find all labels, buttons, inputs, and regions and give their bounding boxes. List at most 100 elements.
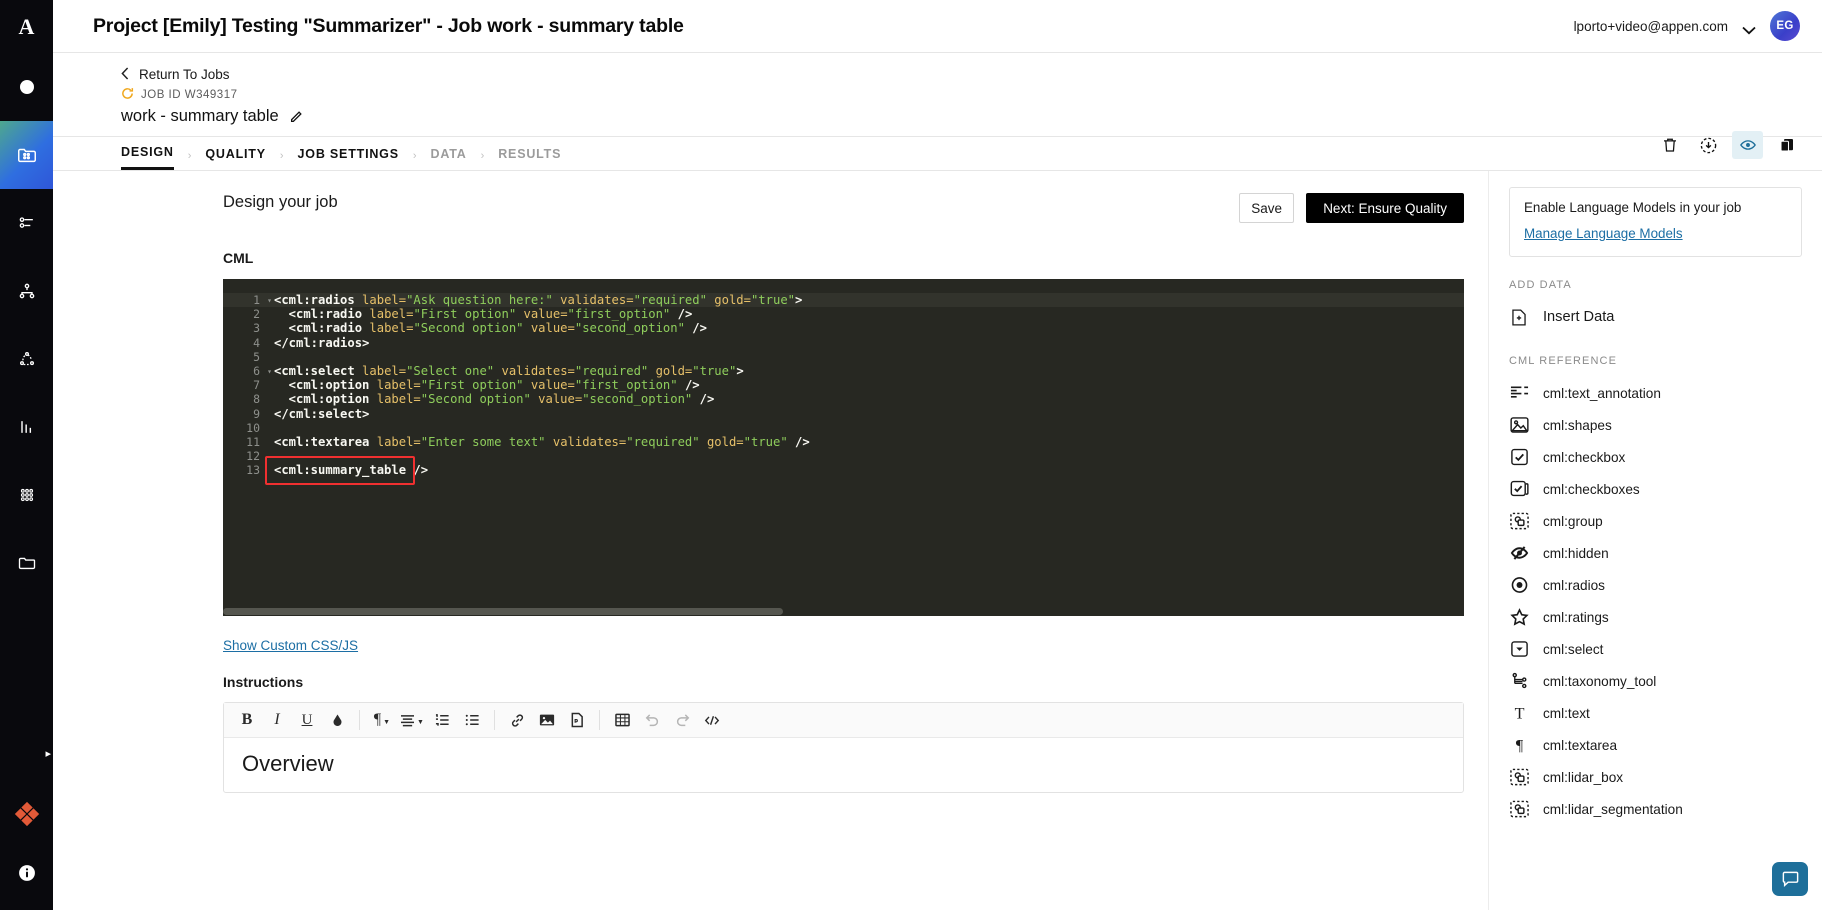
hidden-icon	[1509, 543, 1529, 563]
code-line[interactable]: 3 <cml:radio label="Second option" value…	[223, 321, 1464, 335]
insert-file-button[interactable]	[562, 707, 592, 734]
scrollbar-thumb[interactable]	[223, 608, 783, 615]
cml-ref-item-textarea[interactable]: ¶ cml:textarea	[1509, 729, 1802, 761]
tab-results[interactable]: RESULTS	[498, 147, 561, 169]
fold-arrow-icon[interactable]: ▾	[265, 296, 274, 305]
avatar[interactable]: EG	[1770, 11, 1800, 41]
unordered-list-button[interactable]	[457, 707, 487, 734]
cml-ref-item-label: cml:checkboxes	[1543, 481, 1640, 497]
code-lines[interactable]: 1 ▾ <cml:radios label="Ask question here:"…	[223, 289, 1464, 477]
cml-ref-item-shapes[interactable]: cml:shapes	[1509, 409, 1802, 441]
italic-icon: I	[274, 711, 280, 728]
cml-ref-item-lidar-box[interactable]: cml:lidar_box	[1509, 761, 1802, 793]
code-line[interactable]: 4 </cml:radios>	[223, 336, 1464, 350]
line-number: 8	[253, 392, 260, 407]
tab-separator-icon: ›	[187, 149, 192, 162]
cml-ref-item-checkbox[interactable]: cml:checkbox	[1509, 441, 1802, 473]
cml-ref-item-checkboxes[interactable]: cml:checkboxes	[1509, 473, 1802, 505]
account-email[interactable]: lporto+video@appen.com	[1574, 19, 1728, 34]
chevron-down-icon[interactable]	[1742, 22, 1756, 34]
cml-ref-item-taxonomy-tool[interactable]: cml:taxonomy_tool	[1509, 665, 1802, 697]
insert-image-button[interactable]	[532, 707, 562, 734]
code-line[interactable]: 11 <cml:textarea label="Enter some text" …	[223, 435, 1464, 449]
preview-job-button[interactable]	[1732, 131, 1763, 159]
code-line[interactable]: 8 <cml:option label="Second option" valu…	[223, 392, 1464, 406]
rail-item-info[interactable]	[17, 863, 37, 888]
italic-button[interactable]: I	[262, 707, 292, 734]
show-custom-css-js-link[interactable]: Show Custom CSS/JS	[223, 638, 358, 653]
cml-ref-item-label: cml:shapes	[1543, 417, 1612, 433]
undo-button[interactable]	[637, 707, 667, 734]
cml-code-editor[interactable]: 1 ▾ <cml:radios label="Ask question here:"…	[223, 279, 1464, 616]
rail-item-workflow[interactable]	[0, 257, 53, 325]
tab-separator-icon: ›	[480, 149, 485, 162]
insert-data-item[interactable]: Insert Data	[1509, 301, 1802, 333]
code-line[interactable]: 13 <cml:summary_table />	[223, 463, 1464, 477]
manage-language-models-link[interactable]: Manage Language Models	[1524, 226, 1683, 241]
fold-arrow-icon[interactable]: ▾	[265, 367, 274, 376]
cml-ref-item-hidden[interactable]: cml:hidden	[1509, 537, 1802, 569]
code-line[interactable]: 12	[223, 449, 1464, 463]
cml-ref-item-lidar-segmentation[interactable]: cml:lidar_segmentation	[1509, 793, 1802, 825]
editor-horizontal-scrollbar[interactable]	[223, 607, 1464, 616]
save-button[interactable]: Save	[1239, 193, 1295, 223]
refresh-icon	[121, 87, 134, 102]
code-line[interactable]: 7 <cml:option label="First option" value…	[223, 378, 1464, 392]
svg-text:¶: ¶	[1515, 738, 1523, 754]
text-color-button[interactable]	[322, 707, 352, 734]
rail-item-status-dot[interactable]	[0, 53, 53, 121]
copy-job-button[interactable]	[1771, 131, 1802, 159]
rail-item-tasks[interactable]	[0, 189, 53, 257]
appen-logo[interactable]: A	[0, 0, 53, 53]
design-canvas: Design your job Save Next: Ensure Qualit…	[53, 171, 1488, 910]
code-line[interactable]: 2 <cml:radio label="First option" value=…	[223, 307, 1464, 321]
download-job-button[interactable]	[1693, 131, 1724, 159]
redo-button[interactable]	[667, 707, 697, 734]
cml-ref-item-radios[interactable]: cml:radios	[1509, 569, 1802, 601]
rail-item-files[interactable]	[0, 529, 53, 597]
rail-item-datasets[interactable]	[0, 461, 53, 529]
line-number: 1	[253, 293, 260, 308]
cml-ref-item-group[interactable]: cml:group	[1509, 505, 1802, 537]
code-line[interactable]: 9 </cml:select>	[223, 407, 1464, 421]
cml-ref-item-ratings[interactable]: cml:ratings	[1509, 601, 1802, 633]
code-line[interactable]: 10	[223, 421, 1464, 435]
bar-chart-icon	[17, 417, 37, 437]
underline-button[interactable]: U	[292, 707, 322, 734]
instructions-content[interactable]: Overview	[224, 738, 1463, 792]
tab-job-settings[interactable]: JOB SETTINGS	[298, 147, 399, 169]
insert-table-button[interactable]	[607, 707, 637, 734]
paragraph-format-button[interactable]: ¶ ▼	[367, 707, 397, 734]
ordered-list-button[interactable]	[427, 707, 457, 734]
tab-quality[interactable]: QUALITY	[205, 147, 265, 169]
bold-button[interactable]: B	[232, 707, 262, 734]
insert-link-button[interactable]	[502, 707, 532, 734]
delete-job-button[interactable]	[1654, 131, 1685, 159]
cml-reference-section-header: CML REFERENCE	[1509, 355, 1618, 367]
rail-item-analytics[interactable]	[0, 393, 53, 461]
code-text: <cml:radio label="First option" value="f…	[274, 307, 693, 322]
support-chat-button[interactable]	[1772, 862, 1808, 896]
rail-item-jobs[interactable]	[0, 121, 53, 189]
code-line[interactable]: 6 ▾ <cml:select label="Select one" validat…	[223, 364, 1464, 378]
code-text: <cml:radios label="Ask question here:" v…	[274, 293, 803, 308]
align-button[interactable]: ▼	[397, 707, 427, 734]
cml-ref-item-select[interactable]: cml:select	[1509, 633, 1802, 665]
tab-design[interactable]: DESIGN	[121, 145, 174, 170]
rail-item-clusters[interactable]	[0, 325, 53, 393]
code-line[interactable]: 1 ▾ <cml:radios label="Ask question here:"…	[223, 293, 1464, 308]
code-line[interactable]: 5	[223, 350, 1464, 364]
code-text: <cml:radio label="Second option" value="…	[274, 321, 707, 336]
edit-pencil-icon[interactable]	[289, 110, 303, 124]
next-ensure-quality-button[interactable]: Next: Ensure Quality	[1306, 193, 1464, 223]
cml-ref-item-text[interactable]: Tcml:text	[1509, 697, 1802, 729]
cml-ref-item-text-annotation[interactable]: cml:text_annotation	[1509, 377, 1802, 409]
expand-rail-arrow[interactable]: ▸	[45, 747, 51, 760]
line-number: 12	[246, 449, 260, 464]
cml-ref-item-label: cml:lidar_box	[1543, 769, 1624, 785]
code-view-button[interactable]	[697, 707, 727, 734]
tab-data[interactable]: DATA	[431, 147, 467, 169]
return-to-jobs-link[interactable]: Return To Jobs	[121, 67, 1800, 82]
instructions-label: Instructions	[223, 674, 304, 690]
top-bar-right: lporto+video@appen.com EG	[1574, 11, 1800, 41]
